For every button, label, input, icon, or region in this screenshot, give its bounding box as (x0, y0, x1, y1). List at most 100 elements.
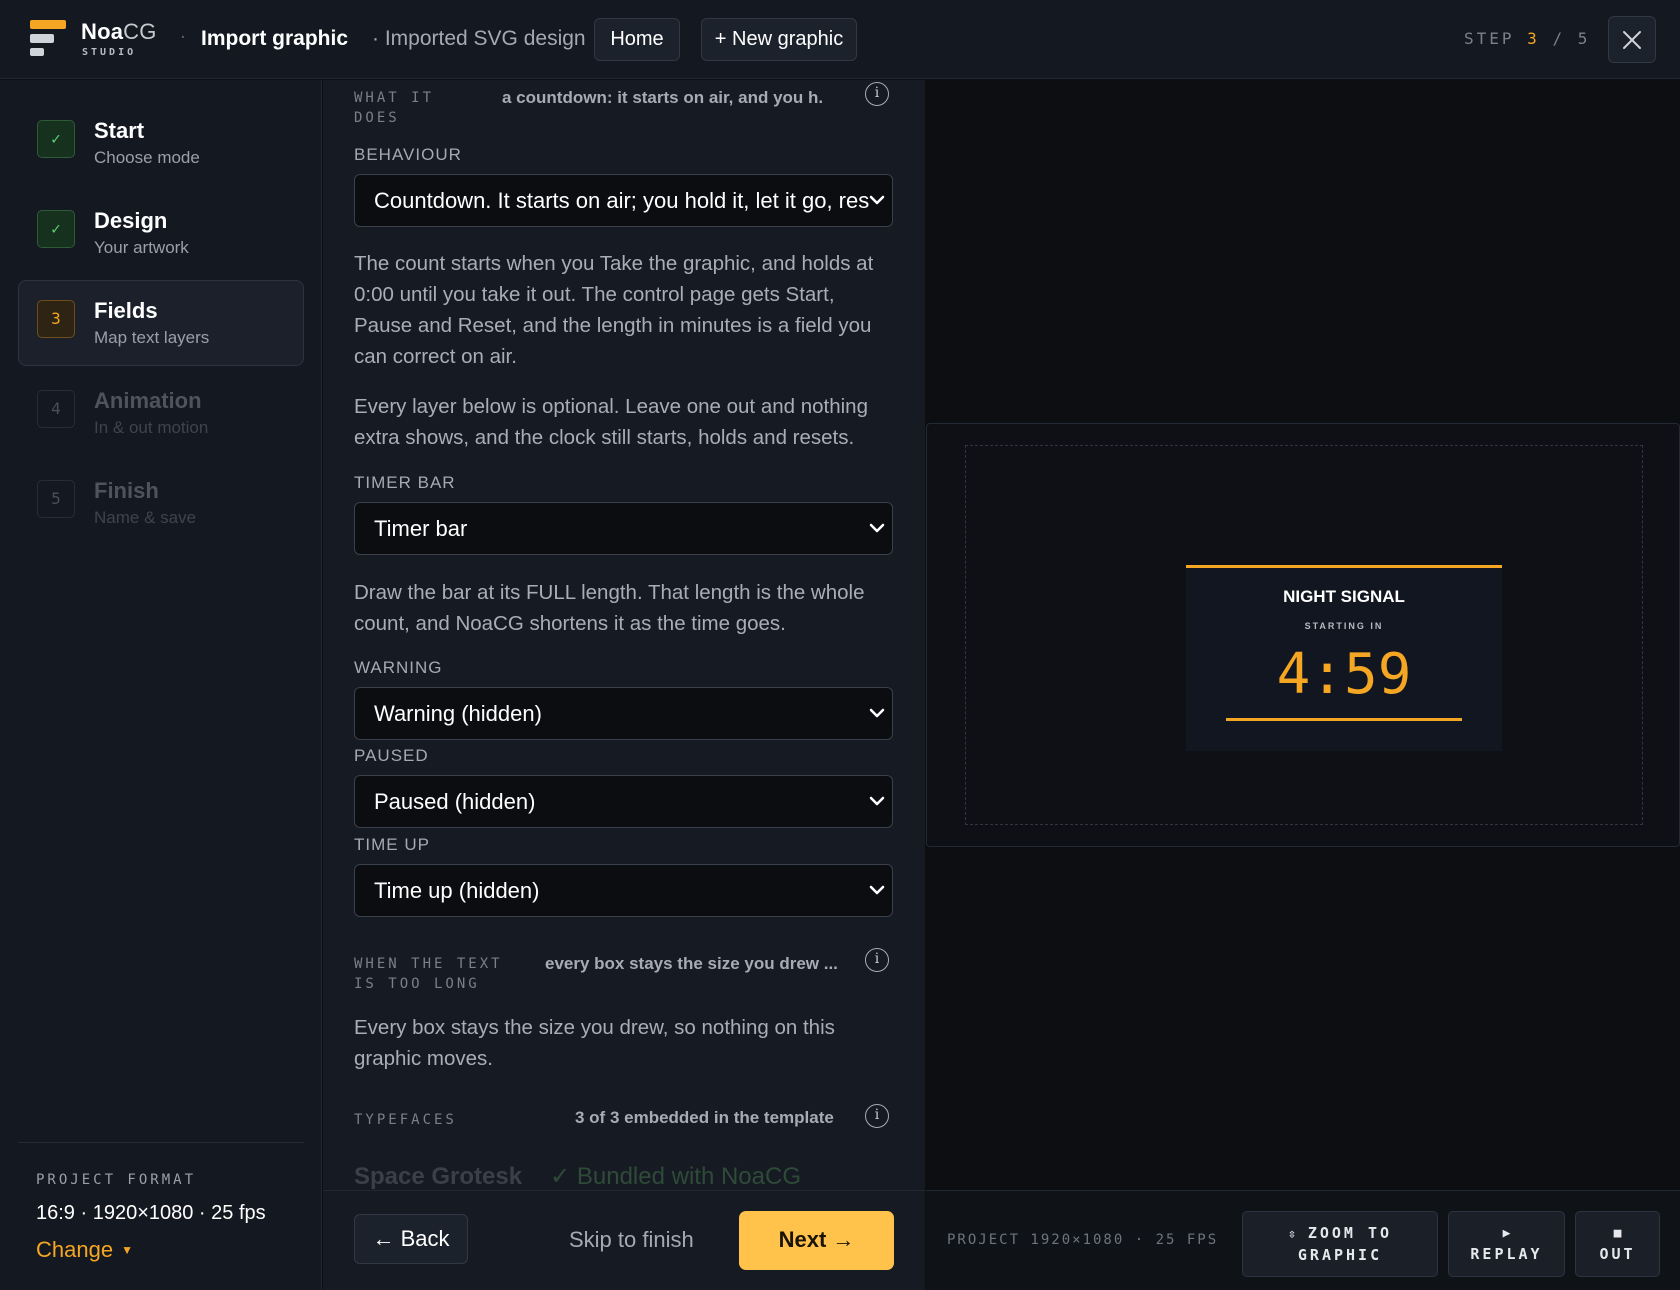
typeface-name: Space Grotesk (354, 1163, 523, 1190)
back-button[interactable]: ← Back (354, 1214, 468, 1264)
step-subtitle: Map text layers (94, 328, 210, 347)
countdown-clock: 4:59 (1276, 642, 1412, 707)
step-title: Design (94, 208, 168, 233)
replay-button[interactable]: ▶ REPLAY (1448, 1211, 1565, 1277)
step-number-badge: 5 (37, 480, 75, 518)
behaviour-label: BEHAVIOUR (354, 145, 462, 164)
change-format-button[interactable]: Change ▼ (36, 1237, 133, 1263)
graphic-subtitle: STARTING IN (1304, 621, 1384, 631)
paused-select[interactable]: Paused (hidden) (354, 775, 893, 828)
sidebar-step-design[interactable]: ✓ Design Your artwork (18, 190, 304, 276)
time-up-select[interactable]: Time up (hidden) (354, 864, 893, 917)
typefaces-label: TYPEFACES (354, 1112, 457, 1128)
behaviour-description: The count starts when you Take the graph… (354, 252, 874, 368)
caret-down-icon: ▼ (121, 1243, 133, 1257)
brand-accent: CG (123, 19, 157, 44)
check-icon: ✓ (37, 210, 75, 248)
check-icon: ✓ (37, 120, 75, 158)
zoom-label: ZOOM TO GRAPHIC (1297, 1224, 1393, 1264)
step-indicator: STEP 3 / 5 (1464, 29, 1590, 48)
chevron-down-icon (869, 195, 885, 205)
step-subtitle: Choose mode (94, 148, 200, 167)
typeface-status: ✓ Bundled with NoaCG (550, 1163, 801, 1190)
timer-bar (1226, 718, 1462, 721)
step-number-badge: 4 (37, 390, 75, 428)
chevron-down-icon (869, 708, 885, 718)
sidebar-step-start[interactable]: ✓ Start Choose mode (18, 100, 304, 186)
next-button[interactable]: Next → (739, 1211, 894, 1270)
step-title: Finish (94, 478, 159, 503)
behaviour-select[interactable]: Countdown. It starts on air; you hold it… (354, 174, 893, 227)
chevron-down-icon (869, 523, 885, 533)
wizard-sidebar: ✓ Start Choose mode ✓ Design Your artwor… (0, 80, 322, 1290)
text-too-long-summary: every box stays the size you drew ... (545, 954, 837, 973)
skip-to-finish-link[interactable]: Skip to finish (569, 1227, 694, 1253)
play-icon: ▶ (1502, 1226, 1511, 1241)
top-bar: NoaCG STUDIO · Import graphic · Imported… (0, 0, 1680, 79)
step-title: Start (94, 118, 145, 143)
step-subtitle: Your artwork (94, 238, 189, 257)
warning-select[interactable]: Warning (hidden) (354, 687, 893, 740)
safe-area-frame: NIGHT SIGNAL STARTING IN 4:59 (965, 445, 1643, 825)
warning-value: Warning (hidden) (374, 701, 542, 726)
warning-label: WARNING (354, 658, 443, 677)
sidebar-step-fields[interactable]: 3 Fields Map text layers (18, 280, 304, 366)
change-label: Change (36, 1237, 114, 1262)
brand-main: Noa (81, 19, 124, 44)
step-current: 3 (1527, 29, 1540, 48)
step-title: Fields (94, 298, 158, 323)
typeface-row: Space Grotesk ✓ Bundled with NoaCG (354, 1162, 801, 1190)
countdown-graphic: NIGHT SIGNAL STARTING IN 4:59 (1186, 565, 1502, 751)
timer-bar-select[interactable]: Timer bar (354, 502, 893, 555)
text-too-long-label: WHEN THE TEXT IS TOO LONG (354, 956, 503, 992)
timer-bar-value: Timer bar (374, 516, 468, 541)
out-button[interactable]: ■ OUT (1575, 1211, 1660, 1277)
zoom-to-graphic-button[interactable]: ⇳ ZOOM TO GRAPHIC (1242, 1211, 1438, 1277)
close-icon (1623, 31, 1641, 49)
home-button[interactable]: Home (594, 18, 680, 61)
paused-value: Paused (hidden) (374, 789, 536, 814)
separator-dot: · (180, 27, 186, 48)
out-label: OUT (1599, 1245, 1636, 1263)
zoom-icon: ⇳ (1287, 1227, 1296, 1242)
step-separator: / (1552, 29, 1566, 48)
new-graphic-button[interactable]: + New graphic (701, 18, 857, 61)
behaviour-value: Countdown. It starts on air; you hold it… (374, 188, 870, 213)
timer-bar-label: TIMER BAR (354, 473, 456, 492)
step-number-badge: 3 (37, 300, 75, 338)
noacg-logo-icon (30, 20, 66, 58)
timer-bar-description: Draw the bar at its FULL length. That le… (354, 581, 865, 635)
graphic-title: NIGHT SIGNAL (1283, 587, 1405, 606)
info-icon[interactable]: i (865, 82, 889, 106)
sidebar-step-animation: 4 Animation In & out motion (18, 370, 304, 456)
project-format-label: PROJECT FORMAT (36, 1172, 197, 1188)
page-subtitle: · Imported SVG design (372, 27, 586, 50)
form-footer: ← Back Skip to finish Next → (323, 1190, 925, 1290)
text-too-long-description: Every box stays the size you drew, so no… (354, 1016, 835, 1070)
info-icon[interactable]: i (865, 1104, 889, 1128)
step-total: 5 (1577, 29, 1591, 48)
project-info: PROJECT 1920×1080 · 25 FPS (947, 1232, 1219, 1248)
project-format-value: 16:9 · 1920×1080 · 25 fps (36, 1202, 266, 1224)
page-title: Import graphic (201, 27, 349, 50)
preview-footer: PROJECT 1920×1080 · 25 FPS ⇳ ZOOM TO GRA… (926, 1190, 1680, 1290)
graphic-top-line (1186, 565, 1502, 568)
what-it-does-summary: a countdown: it starts on air, and you h… (502, 88, 822, 107)
what-it-does-label: WHAT IT DOES (354, 90, 435, 126)
close-button[interactable] (1608, 16, 1656, 63)
sidebar-step-finish: 5 Finish Name & save (18, 460, 304, 546)
fields-form: WHAT IT DOES a countdown: it starts on a… (323, 80, 925, 1190)
chevron-down-icon (869, 885, 885, 895)
replay-label: REPLAY (1470, 1245, 1543, 1263)
time-up-label: TIME UP (354, 835, 430, 854)
sidebar-divider (18, 1142, 304, 1143)
step-title: Animation (94, 388, 202, 413)
time-up-value: Time up (hidden) (374, 878, 540, 903)
graphic-preview: NIGHT SIGNAL STARTING IN 4:59 (926, 80, 1680, 1190)
preview-stage: NIGHT SIGNAL STARTING IN 4:59 (926, 423, 1680, 847)
typefaces-summary: 3 of 3 embedded in the template (575, 1108, 834, 1127)
step-subtitle: Name & save (94, 508, 197, 527)
paused-label: PAUSED (354, 746, 429, 765)
info-icon[interactable]: i (865, 948, 889, 972)
chevron-down-icon (869, 796, 885, 806)
